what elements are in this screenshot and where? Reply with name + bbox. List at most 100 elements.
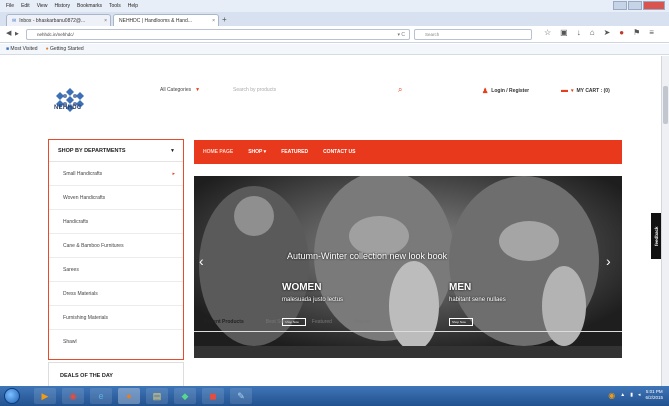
browser-menu-bar: File Edit View History Bookmarks Tools H… <box>0 0 669 12</box>
internet-explorer-icon[interactable]: e <box>90 388 112 404</box>
volume-icon[interactable]: ◂ <box>638 392 641 398</box>
women-subtitle: malesuada justo lectus <box>282 297 344 303</box>
product-search-input[interactable]: Search by products <box>233 87 276 93</box>
web-page: NEHHDC All Categories ▼ Search by produc… <box>0 56 663 388</box>
deals-of-the-day-heading: DEALS OF THE DAY <box>48 362 184 388</box>
page-scrollbar[interactable] <box>661 56 669 386</box>
menu-file[interactable]: File <box>6 3 14 9</box>
firefox-icon[interactable]: ● <box>118 388 140 404</box>
tab-label: NEHHDC | Handlooms & Hand... <box>119 17 192 24</box>
cart-link[interactable]: ▬ ▾ MY CART : (0) <box>561 87 610 94</box>
product-tabs: Recent Products Best Seller Featured Pop… <box>194 312 622 332</box>
close-tab-icon[interactable]: × <box>212 18 215 24</box>
app-icon[interactable]: ◆ <box>174 388 196 404</box>
menu-edit[interactable]: Edit <box>21 3 30 9</box>
department-item[interactable]: Small Handicrafts ▸ <box>49 162 183 186</box>
toolbar-icons: ☆ ▣ ↓ ⌂ ➤ ● ⚑ ≡ <box>544 28 654 37</box>
chevron-right-icon: ▸ <box>172 170 175 177</box>
logo-text: NEHHDC <box>54 105 82 111</box>
tab-inbox[interactable]: ✉ Inbox - bhaskarbanu0872@... × <box>6 14 111 26</box>
menu-tools[interactable]: Tools <box>109 3 121 9</box>
chrome-tray-icon[interactable]: ◉ <box>608 391 615 400</box>
search-icon[interactable]: ⌕ <box>398 85 402 95</box>
media-player-icon[interactable]: ▶ <box>34 388 56 404</box>
nehhdc-logo[interactable] <box>50 76 90 126</box>
menu-history[interactable]: History <box>54 3 70 9</box>
reading-list-icon[interactable]: ▣ <box>560 28 568 37</box>
network-icon[interactable]: ▮ <box>630 392 633 398</box>
menu-view[interactable]: View <box>37 3 48 9</box>
tab-best-seller[interactable]: Best Seller <box>266 319 290 325</box>
download-icon[interactable]: ↓ <box>577 28 581 37</box>
minimize-button[interactable] <box>613 1 627 10</box>
maximize-button[interactable] <box>628 1 642 10</box>
login-register-link[interactable]: ♟ Login / Register <box>482 87 529 95</box>
menu-bookmarks[interactable]: Bookmarks <box>77 3 102 9</box>
send-icon[interactable]: ➤ <box>604 28 611 37</box>
nav-featured[interactable]: FEATURED <box>281 149 308 155</box>
user-icon: ♟ <box>482 88 489 95</box>
pdf-icon[interactable]: ◼ <box>202 388 224 404</box>
chevron-down-icon: ▼ <box>195 87 201 93</box>
category-select-value: All Categories <box>160 87 192 93</box>
cart-label: MY CART : (0) <box>576 87 610 94</box>
mail-icon: ✉ <box>12 17 17 24</box>
caret-down-icon: ▼ <box>170 147 175 154</box>
scrollbar-thumb[interactable] <box>663 86 668 124</box>
paint-icon[interactable]: ✎ <box>230 388 252 404</box>
tab-label: Inbox - bhaskarbanu0872@... <box>19 17 86 24</box>
chrome-icon[interactable]: ◉ <box>62 388 84 404</box>
department-item[interactable]: Handicrafts <box>49 210 183 234</box>
tab-nehhdc[interactable]: NEHHDC | Handlooms & Hand... × <box>113 14 219 26</box>
arrow-up-icon[interactable]: ▲ <box>620 392 625 398</box>
next-slide-icon[interactable]: › <box>606 253 611 269</box>
tab-popular[interactable]: Popular <box>354 319 371 325</box>
department-item[interactable]: Cane & Bamboo Furnitures <box>49 234 183 258</box>
addon-icon[interactable]: ● <box>619 28 624 37</box>
login-label: Login / Register <box>491 88 530 94</box>
department-item[interactable]: Shawl <box>49 330 183 354</box>
chevron-down-icon: ▾ <box>571 87 574 94</box>
navigation-bar: ◀ ▶ nehhdc.in/nehhdc/ ▾ C Search ☆ ▣ ↓ ⌂… <box>0 26 669 43</box>
tab-recent-products[interactable]: Recent Products <box>204 319 244 325</box>
department-item[interactable]: Furnishing Materials <box>49 306 183 330</box>
bookmark-most-visited[interactable]: ■ Most Visited <box>6 46 38 52</box>
main-navigation: HOME PAGE SHOP ▾ FEATURED CONTACT US <box>194 140 622 164</box>
start-button[interactable] <box>4 388 20 404</box>
nav-shop[interactable]: SHOP ▾ <box>248 149 266 155</box>
category-select[interactable]: All Categories ▼ <box>160 87 200 93</box>
windows-taskbar: ▶ ◉ e ● ▤ ◆ ◼ ✎ ◉ ▲ ▮ ◂ 5:01 PM 6/2/2015 <box>0 386 669 406</box>
clock-date: 6/2/2015 <box>645 395 663 400</box>
departments-header[interactable]: SHOP BY DEPARTMENTS ▼ <box>49 140 183 162</box>
prev-slide-icon[interactable]: ‹ <box>199 253 204 269</box>
department-item[interactable]: Dress Materials <box>49 282 183 306</box>
system-tray: ◉ ▲ ▮ ◂ 5:01 PM 6/2/2015 <box>608 389 663 401</box>
department-item[interactable]: Sarees <box>49 258 183 282</box>
men-subtitle: habitant sene nullaes <box>449 297 506 303</box>
address-bar[interactable]: nehhdc.in/nehhdc/ ▾ C <box>26 29 410 40</box>
department-item[interactable]: Woven Handicrafts <box>49 186 183 210</box>
bookmark-getting-started[interactable]: ● Getting Started <box>46 46 84 52</box>
reload-icon[interactable]: ▾ C <box>397 30 405 40</box>
tab-featured[interactable]: Featured <box>312 319 332 325</box>
nav-contact[interactable]: CONTACT US <box>323 149 355 155</box>
star-icon[interactable]: ☆ <box>544 28 551 37</box>
clock[interactable]: 5:01 PM 6/2/2015 <box>645 389 663 401</box>
women-title: WOMEN <box>282 282 322 293</box>
menu-icon[interactable]: ≡ <box>649 28 654 37</box>
back-arrow-icon[interactable]: ◀ <box>6 29 11 37</box>
nav-home[interactable]: HOME PAGE <box>203 149 233 155</box>
departments-menu: SHOP BY DEPARTMENTS ▼ Small Handicrafts ▸… <box>48 139 184 360</box>
menu-help[interactable]: Help <box>128 3 138 9</box>
close-tab-icon[interactable]: × <box>104 18 107 24</box>
search-placeholder: Search <box>425 32 440 37</box>
forward-arrow-icon[interactable]: ▶ <box>15 31 19 37</box>
explorer-icon[interactable]: ▤ <box>146 388 168 404</box>
home-icon[interactable]: ⌂ <box>590 28 595 37</box>
bookmarks-bar: ■ Most Visited ● Getting Started <box>0 44 669 55</box>
close-window-button[interactable] <box>643 1 665 10</box>
new-tab-button[interactable]: + <box>222 15 227 24</box>
banner-caption: Autumn-Winter collection new look book <box>287 251 448 261</box>
browser-search-input[interactable]: Search <box>414 29 532 40</box>
extension-icon[interactable]: ⚑ <box>633 28 640 37</box>
